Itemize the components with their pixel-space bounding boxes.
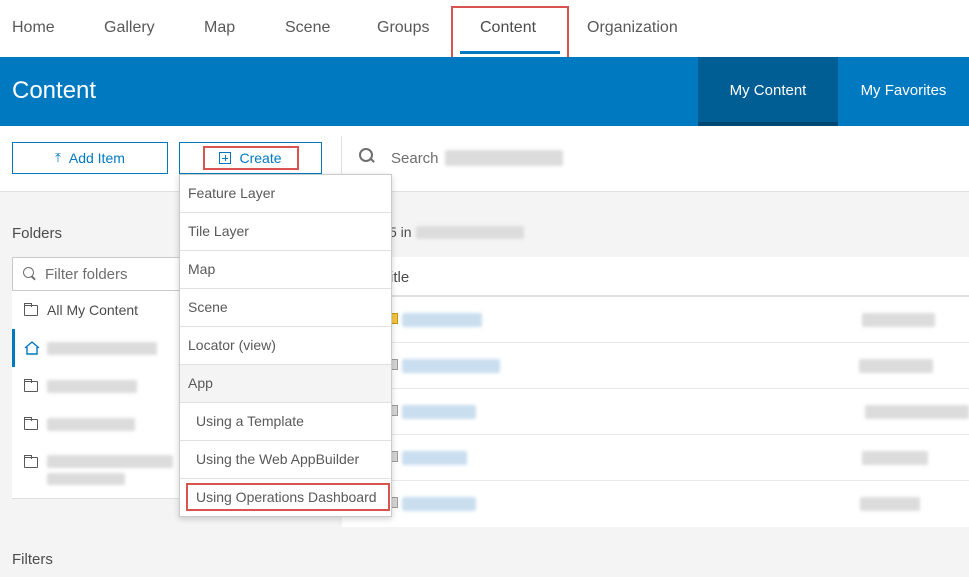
filters-heading: Filters — [12, 551, 53, 568]
nav-groups[interactable]: Groups — [377, 0, 429, 57]
redacted-item-date — [862, 451, 928, 465]
folder-icon — [24, 455, 38, 468]
menu-item-map[interactable]: Map — [180, 251, 391, 289]
nav-active-indicator — [460, 51, 560, 54]
table-row[interactable] — [342, 389, 969, 435]
nav-map[interactable]: Map — [204, 0, 235, 57]
menu-item-web-appbuilder[interactable]: Using the Web AppBuilder — [180, 441, 391, 479]
upload-icon: ⤒ — [55, 150, 61, 165]
folder-list: All My Content — [12, 291, 182, 499]
nav-content[interactable]: Content — [480, 0, 536, 57]
nav-gallery[interactable]: Gallery — [104, 0, 155, 57]
folder-item[interactable] — [12, 443, 182, 499]
folder-label: All My Content — [47, 302, 139, 318]
redacted-item-title[interactable] — [402, 313, 482, 327]
redacted-item-title[interactable] — [402, 359, 500, 373]
page-title: Content — [12, 77, 97, 104]
toolbar: ⤒ Add Item Create Search — [0, 126, 969, 192]
menu-item-operations-dashboard[interactable]: Using Operations Dashboard — [180, 479, 391, 517]
tab-my-favorites[interactable]: My Favorites — [838, 57, 969, 126]
redacted-folder-name — [47, 342, 157, 355]
folder-icon — [24, 379, 38, 392]
menu-item-locator-view[interactable]: Locator (view) — [180, 327, 391, 365]
create-button[interactable]: Create — [179, 142, 322, 174]
search-input[interactable]: Search — [391, 150, 439, 167]
redacted-item-date — [860, 497, 920, 511]
redacted-item-title[interactable] — [402, 451, 467, 465]
folder-icon — [24, 303, 38, 316]
plus-square-icon — [219, 152, 232, 164]
nav-scene[interactable]: Scene — [285, 0, 330, 57]
tab-my-content[interactable]: My Content — [698, 57, 838, 126]
redacted-folder-name — [47, 473, 125, 485]
content-header: Content My Content My Favorites — [0, 57, 969, 126]
table-row[interactable] — [342, 343, 969, 389]
menu-item-using-template[interactable]: Using a Template — [180, 403, 391, 441]
redacted-search-text — [445, 150, 563, 166]
content-table: itle — [342, 257, 969, 527]
redacted-folder-name — [416, 226, 524, 239]
redacted-item-title[interactable] — [402, 497, 476, 511]
nav-organization[interactable]: Organization — [587, 0, 678, 57]
redacted-item-date — [865, 405, 969, 419]
redacted-item-title[interactable] — [402, 405, 476, 419]
top-navigation: Home Gallery Map Scene Groups Content Or… — [0, 0, 969, 59]
folder-item[interactable] — [12, 405, 182, 443]
menu-item-scene[interactable]: Scene — [180, 289, 391, 327]
table-row[interactable] — [342, 297, 969, 343]
menu-group-app: App — [180, 365, 391, 403]
redacted-item-date — [859, 359, 933, 373]
folder-home[interactable] — [12, 329, 182, 367]
search-icon — [23, 267, 37, 281]
redacted-folder-name — [47, 418, 135, 431]
table-row[interactable] — [342, 435, 969, 481]
folder-icon — [24, 417, 38, 430]
create-highlight-box: Create — [202, 146, 299, 170]
table-row[interactable] — [342, 481, 969, 527]
redacted-item-date — [862, 313, 935, 327]
create-label: Create — [239, 150, 282, 166]
folder-item[interactable] — [12, 367, 182, 405]
redacted-folder-name — [47, 455, 173, 468]
add-item-button[interactable]: ⤒ Add Item — [12, 142, 168, 174]
title-column-header[interactable]: itle — [390, 269, 409, 286]
search-icon[interactable] — [359, 148, 375, 164]
menu-item-feature-layer[interactable]: Feature Layer — [180, 175, 391, 213]
folder-all-my-content[interactable]: All My Content — [12, 291, 182, 329]
nav-home[interactable]: Home — [12, 0, 55, 57]
add-item-label: Add Item — [68, 150, 125, 166]
create-dropdown-menu: Feature Layer Tile Layer Map Scene Locat… — [179, 174, 392, 517]
home-icon — [24, 341, 40, 355]
item-count: 5 in — [389, 224, 412, 240]
redacted-folder-name — [47, 380, 137, 393]
menu-item-tile-layer[interactable]: Tile Layer — [180, 213, 391, 251]
filter-folders-input[interactable] — [45, 264, 175, 284]
filter-folders-box[interactable] — [12, 257, 182, 291]
folders-heading: Folders — [12, 225, 63, 242]
